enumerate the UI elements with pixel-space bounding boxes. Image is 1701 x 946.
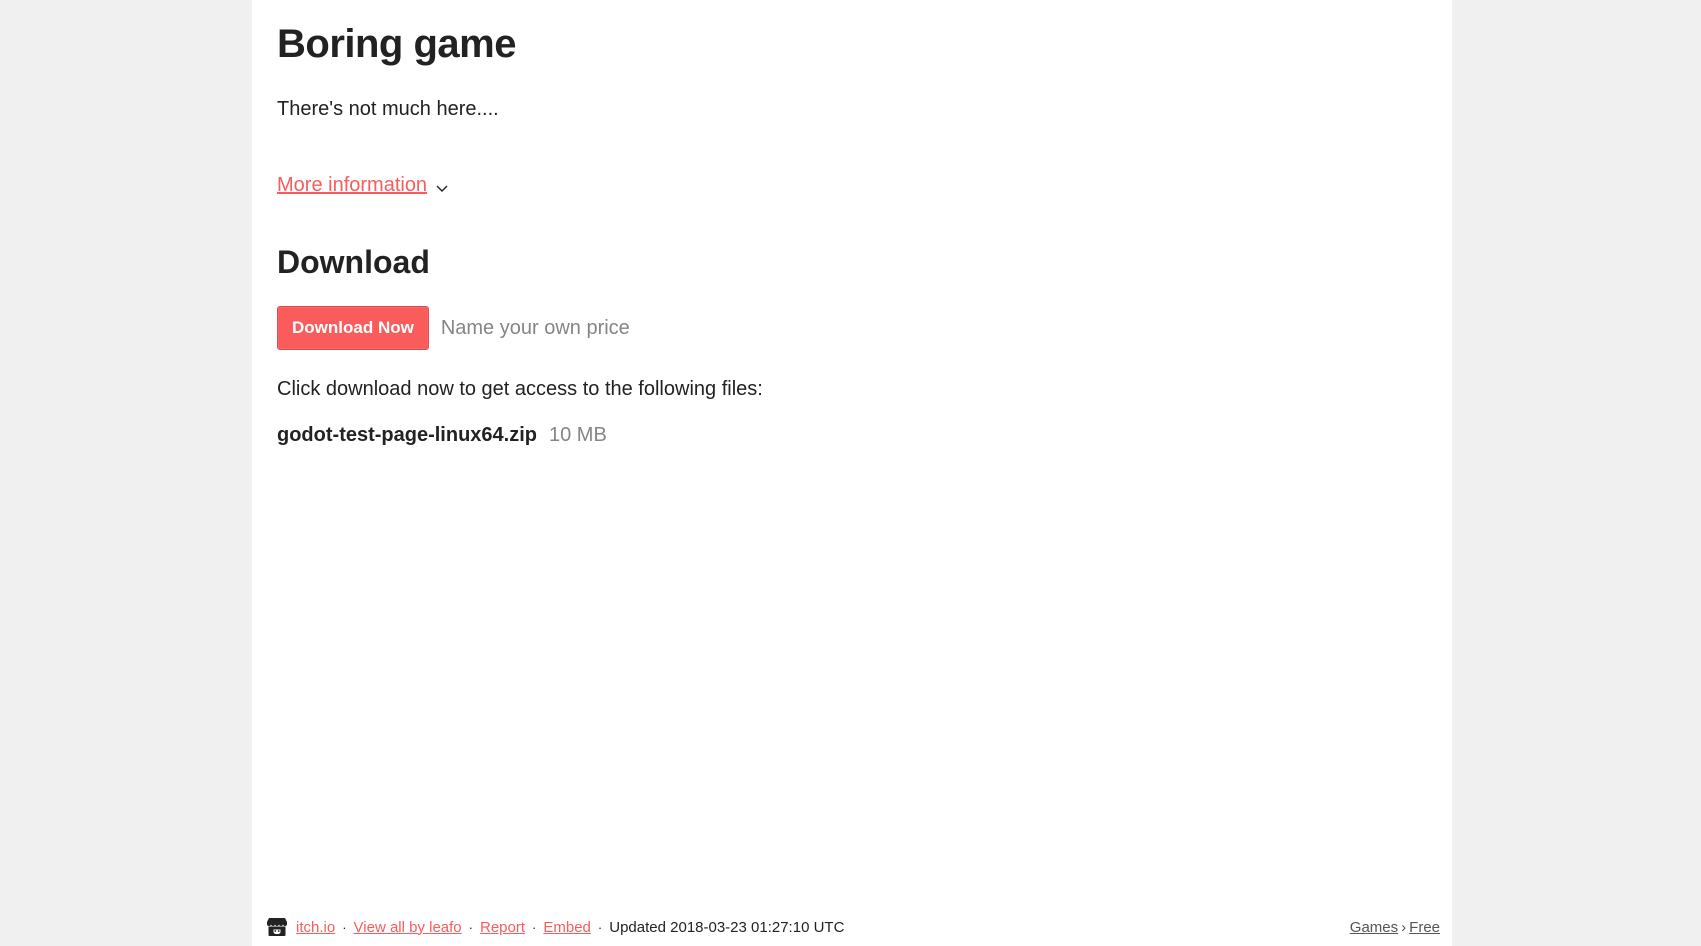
more-information-label[interactable]: More information: [277, 174, 427, 197]
itch-io-logo-icon[interactable]: [266, 917, 288, 937]
report-link[interactable]: Report: [480, 919, 525, 936]
footer-separator: ·: [468, 919, 473, 935]
download-now-button[interactable]: Download Now: [277, 306, 429, 350]
footer-separator: ·: [532, 919, 537, 935]
itch-io-link[interactable]: itch.io: [296, 919, 335, 936]
footer-links: itch.io · View all by leafo · Report · E…: [266, 917, 844, 937]
game-description: There's not much here....: [277, 98, 499, 120]
breadcrumb-games-link[interactable]: Games: [1350, 919, 1398, 936]
chevron-down-icon: [436, 185, 448, 192]
download-heading: Download: [277, 244, 430, 280]
file-size: 10 MB: [549, 424, 607, 446]
file-list-item: godot-test-page-linux64.zip 10 MB: [277, 424, 607, 447]
breadcrumb-free-link[interactable]: Free: [1409, 919, 1440, 936]
price-note: Name your own price: [440, 316, 630, 339]
footer-separator: ·: [597, 919, 603, 935]
buy-row: Download Now Name your own price: [277, 306, 630, 350]
embed-link[interactable]: Embed: [543, 919, 591, 936]
footer: itch.io · View all by leafo · Report · E…: [266, 914, 1440, 940]
game-page: Boring game There's not much here.... Mo…: [252, 0, 1452, 946]
updated-timestamp: Updated 2018-03-23 01:27:10 UTC: [609, 918, 845, 936]
footer-separator: ·: [342, 919, 347, 935]
game-title: Boring game: [277, 22, 516, 66]
breadcrumb-separator: ›: [1401, 918, 1407, 936]
view-all-by-author-link[interactable]: View all by leafo: [354, 919, 462, 936]
file-name: godot-test-page-linux64.zip: [277, 424, 537, 446]
breadcrumb: Games › Free: [1350, 919, 1440, 936]
more-information-toggle[interactable]: More information: [277, 174, 449, 197]
files-intro: Click download now to get access to the …: [277, 378, 763, 400]
